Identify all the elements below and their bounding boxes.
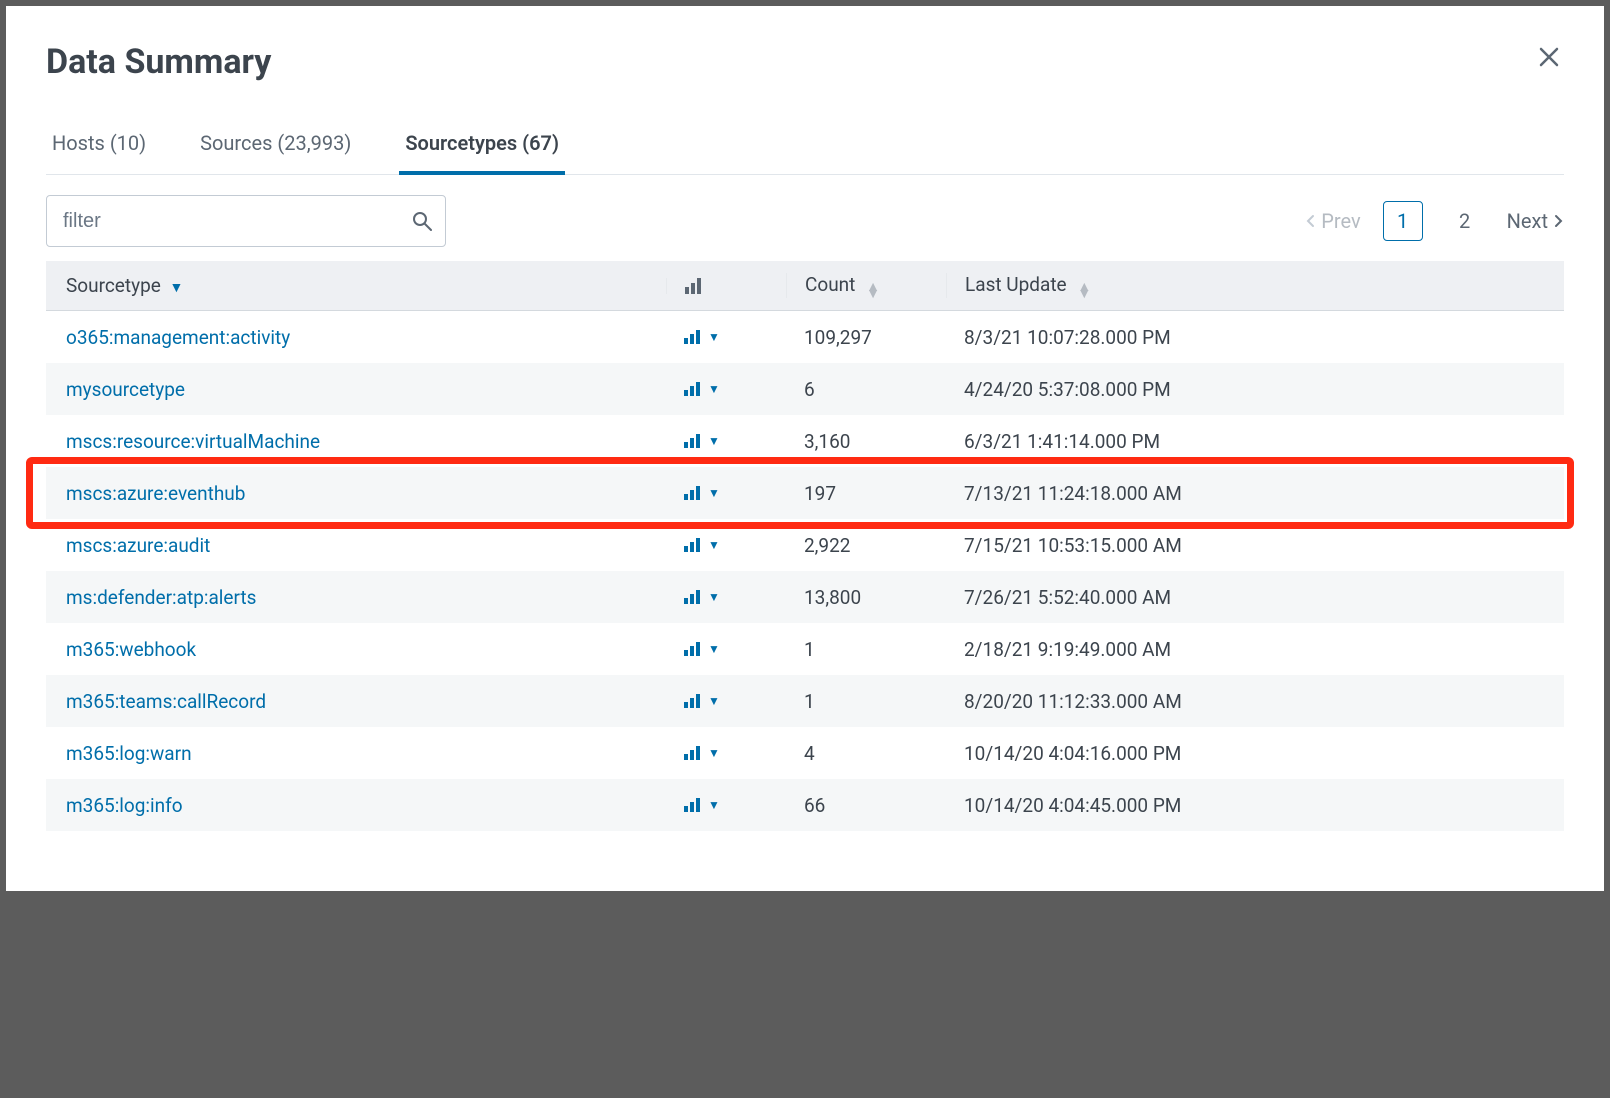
filter-wrap bbox=[46, 195, 446, 247]
update-value: 10/14/20 4:04:45.000 PM bbox=[964, 794, 1181, 817]
update-value: 8/3/21 10:07:28.000 PM bbox=[964, 326, 1171, 349]
table-row: ms:defender:atp:alerts ▼ 13,800 7/26/21 5:5… bbox=[46, 571, 1564, 623]
controls-row: Prev 1 2 Next bbox=[46, 195, 1564, 247]
count-value: 6 bbox=[804, 378, 815, 401]
update-value: 6/3/21 1:41:14.000 PM bbox=[964, 430, 1160, 453]
count-value: 197 bbox=[804, 482, 836, 505]
update-value: 4/24/20 5:37:08.000 PM bbox=[964, 378, 1171, 401]
sourcetype-link[interactable]: m365:log:info bbox=[66, 794, 183, 817]
data-summary-dialog: Data Summary Hosts (10) Sources (23,993)… bbox=[6, 6, 1604, 891]
sourcetypes-table: Sourcetype ▼ Count ▲▼ Last Update ▲▼ o36… bbox=[46, 261, 1564, 831]
close-button[interactable] bbox=[1534, 42, 1564, 72]
table-row: o365:management:activity ▼ 109,297 8/3/21 1… bbox=[46, 311, 1564, 363]
caret-down-icon: ▼ bbox=[708, 590, 720, 604]
sort-caret-down-icon: ▼ bbox=[170, 280, 184, 296]
row-chart-dropdown[interactable]: ▼ bbox=[684, 642, 720, 656]
pager-prev: Prev bbox=[1305, 209, 1360, 233]
table-header: Sourcetype ▼ Count ▲▼ Last Update ▲▼ bbox=[46, 261, 1564, 311]
col-header-count-label: Count bbox=[805, 273, 855, 296]
caret-down-icon: ▼ bbox=[708, 798, 720, 812]
pager: Prev 1 2 Next bbox=[1305, 201, 1564, 241]
table-row: m365:webhook ▼ 1 2/18/21 9:19:49.000 AM bbox=[46, 623, 1564, 675]
sort-both-icon: ▲▼ bbox=[1077, 284, 1091, 298]
tab-sourcetypes[interactable]: Sourcetypes (67) bbox=[399, 131, 565, 175]
search-icon[interactable] bbox=[412, 211, 432, 231]
row-chart-dropdown[interactable]: ▼ bbox=[684, 590, 720, 604]
sourcetype-link[interactable]: m365:teams:callRecord bbox=[66, 690, 266, 713]
sourcetype-link[interactable]: mscs:resource:virtualMachine bbox=[66, 430, 320, 453]
caret-down-icon: ▼ bbox=[708, 486, 720, 500]
chevron-right-icon bbox=[1554, 214, 1564, 228]
table-row: mscs:resource:virtualMachine ▼ 3,160 6/3/21… bbox=[46, 415, 1564, 467]
title-row: Data Summary bbox=[46, 42, 1564, 82]
row-chart-dropdown[interactable]: ▼ bbox=[684, 330, 720, 344]
count-value: 4 bbox=[804, 742, 815, 765]
row-chart-dropdown[interactable]: ▼ bbox=[684, 434, 720, 448]
sourcetype-link[interactable]: mscs:azure:eventhub bbox=[66, 482, 245, 505]
row-chart-dropdown[interactable]: ▼ bbox=[684, 382, 720, 396]
count-value: 13,800 bbox=[804, 586, 861, 609]
update-value: 7/15/21 10:53:15.000 AM bbox=[964, 534, 1182, 557]
sourcetype-link[interactable]: ms:defender:atp:alerts bbox=[66, 586, 256, 609]
col-header-count[interactable]: Count ▲▼ bbox=[786, 273, 946, 298]
pager-next[interactable]: Next bbox=[1507, 209, 1564, 233]
table-row: m365:teams:callRecord ▼ 1 8/20/20 11:12:33.… bbox=[46, 675, 1564, 727]
chevron-left-icon bbox=[1305, 214, 1315, 228]
page-title: Data Summary bbox=[46, 42, 271, 82]
row-chart-dropdown[interactable]: ▼ bbox=[684, 798, 720, 812]
update-value: 7/26/21 5:52:40.000 AM bbox=[964, 586, 1171, 609]
col-header-chart[interactable] bbox=[666, 278, 786, 294]
sourcetype-link[interactable]: m365:webhook bbox=[66, 638, 196, 661]
table-row: m365:log:info ▼ 66 10/14/20 4:04:45.000 PM bbox=[46, 779, 1564, 831]
caret-down-icon: ▼ bbox=[708, 382, 720, 396]
pager-next-label: Next bbox=[1507, 209, 1548, 233]
row-chart-dropdown[interactable]: ▼ bbox=[684, 694, 720, 708]
col-header-sourcetype-label: Sourcetype bbox=[66, 274, 161, 297]
table-row: m365:log:warn ▼ 4 10/14/20 4:04:16.000 PM bbox=[46, 727, 1564, 779]
table-row: mscs:azure:eventhub ▼ 197 7/13/21 11:24:18.… bbox=[46, 467, 1564, 519]
sourcetype-link[interactable]: o365:management:activity bbox=[66, 326, 290, 349]
count-value: 1 bbox=[804, 638, 815, 661]
count-value: 109,297 bbox=[804, 326, 872, 349]
row-chart-dropdown[interactable]: ▼ bbox=[684, 746, 720, 760]
caret-down-icon: ▼ bbox=[708, 694, 720, 708]
col-header-update[interactable]: Last Update ▲▼ bbox=[946, 273, 1564, 298]
sourcetype-link[interactable]: mysourcetype bbox=[66, 378, 185, 401]
row-chart-dropdown[interactable]: ▼ bbox=[684, 486, 720, 500]
tab-hosts[interactable]: Hosts (10) bbox=[46, 131, 152, 175]
row-chart-dropdown[interactable]: ▼ bbox=[684, 538, 720, 552]
sourcetype-link[interactable]: mscs:azure:audit bbox=[66, 534, 210, 557]
close-icon bbox=[1538, 46, 1560, 68]
update-value: 2/18/21 9:19:49.000 AM bbox=[964, 638, 1171, 661]
count-value: 3,160 bbox=[804, 430, 850, 453]
filter-input[interactable] bbox=[46, 195, 446, 247]
caret-down-icon: ▼ bbox=[708, 330, 720, 344]
count-value: 2,922 bbox=[804, 534, 850, 557]
count-value: 66 bbox=[804, 794, 825, 817]
pager-prev-label: Prev bbox=[1321, 209, 1360, 233]
caret-down-icon: ▼ bbox=[708, 642, 720, 656]
sourcetype-link[interactable]: m365:log:warn bbox=[66, 742, 192, 765]
page-2[interactable]: 2 bbox=[1445, 201, 1485, 241]
tabs: Hosts (10) Sources (23,993) Sourcetypes … bbox=[46, 130, 1564, 175]
table-row: mscs:azure:audit ▼ 2,922 7/15/21 10:53:15.0… bbox=[46, 519, 1564, 571]
bars-icon bbox=[685, 278, 786, 294]
caret-down-icon: ▼ bbox=[708, 538, 720, 552]
page-1[interactable]: 1 bbox=[1383, 201, 1423, 241]
tab-sources[interactable]: Sources (23,993) bbox=[194, 131, 357, 175]
col-header-sourcetype[interactable]: Sourcetype ▼ bbox=[46, 274, 666, 297]
table-row: mysourcetype ▼ 6 4/24/20 5:37:08.000 PM bbox=[46, 363, 1564, 415]
update-value: 10/14/20 4:04:16.000 PM bbox=[964, 742, 1181, 765]
sort-both-icon: ▲▼ bbox=[866, 284, 880, 298]
caret-down-icon: ▼ bbox=[708, 746, 720, 760]
update-value: 7/13/21 11:24:18.000 AM bbox=[964, 482, 1182, 505]
caret-down-icon: ▼ bbox=[708, 434, 720, 448]
count-value: 1 bbox=[804, 690, 815, 713]
col-header-update-label: Last Update bbox=[965, 273, 1067, 296]
update-value: 8/20/20 11:12:33.000 AM bbox=[964, 690, 1182, 713]
